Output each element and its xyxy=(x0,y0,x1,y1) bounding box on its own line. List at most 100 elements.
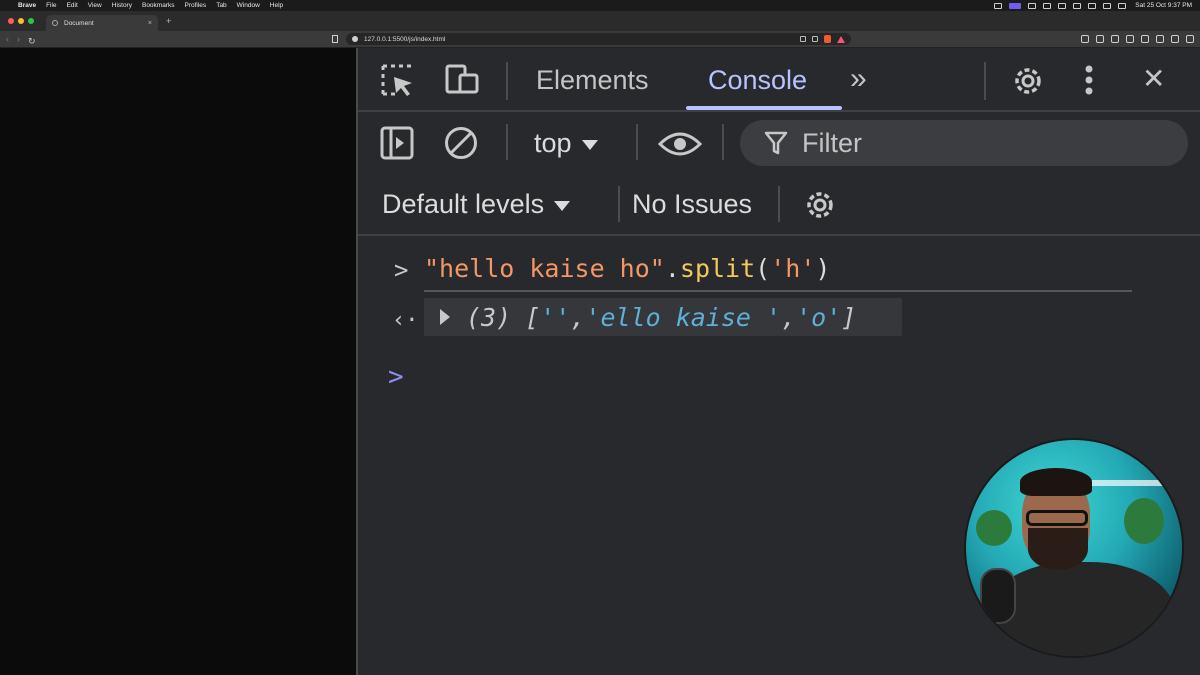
back-icon[interactable]: ‹ xyxy=(6,34,9,44)
tab-title: Document xyxy=(64,19,94,27)
context-selector[interactable]: top xyxy=(534,128,598,159)
minimize-window-button[interactable] xyxy=(18,18,24,24)
reload-icon[interactable]: ↻ xyxy=(28,36,36,46)
clear-console-icon[interactable] xyxy=(444,126,478,160)
inspect-element-icon[interactable] xyxy=(380,63,416,99)
menu-bookmarks[interactable]: Bookmarks xyxy=(142,2,175,9)
array-item: 'ello kaise ' xyxy=(585,302,782,332)
close-devtools-icon[interactable]: ✕ xyxy=(1142,62,1165,95)
microphone xyxy=(980,568,1016,624)
close-tab-icon[interactable]: × xyxy=(148,20,152,27)
extensions-bar xyxy=(1081,35,1194,43)
devtools-main-toolbar: Elements Console » ✕ xyxy=(358,48,1200,112)
tab-elements[interactable]: Elements xyxy=(536,65,649,96)
battery-icon[interactable] xyxy=(1058,2,1067,9)
menu-window[interactable]: Window xyxy=(237,2,260,9)
array-open-bracket: [ xyxy=(525,302,541,332)
filter-icon xyxy=(764,131,788,155)
console-prompt-cursor[interactable]: > xyxy=(388,362,404,392)
background-plant xyxy=(1124,498,1164,544)
brave-shields-icon[interactable] xyxy=(824,35,831,43)
page-viewport[interactable] xyxy=(0,48,356,675)
array-item: '' xyxy=(540,302,571,332)
device-toolbar-icon[interactable] xyxy=(444,63,480,97)
extension-icon[interactable] xyxy=(1126,35,1134,43)
console-toolbar: top Filter xyxy=(358,112,1200,174)
toolbar-divider xyxy=(506,62,508,100)
browser-tab[interactable]: Document × xyxy=(46,15,158,31)
app-status-icon[interactable] xyxy=(1043,2,1052,9)
wallet-icon[interactable] xyxy=(1156,35,1164,43)
globe-icon xyxy=(52,20,58,26)
menu-help[interactable]: Help xyxy=(270,2,283,9)
site-info-icon[interactable] xyxy=(352,36,358,42)
input-string: "hello kaise ho" xyxy=(424,254,665,283)
console-input-line[interactable]: "hello kaise ho".split('h') xyxy=(424,254,830,283)
presenter-beard xyxy=(1028,528,1088,570)
profile-icon[interactable] xyxy=(1186,35,1194,43)
control-center-icon[interactable] xyxy=(1118,2,1127,9)
display-icon[interactable] xyxy=(1028,2,1037,9)
active-tab-indicator xyxy=(686,106,842,110)
sidebar-toggle-icon[interactable] xyxy=(380,126,414,160)
share-icon[interactable] xyxy=(812,36,818,42)
tab-console[interactable]: Console xyxy=(708,65,807,96)
menu-app-name[interactable]: Brave xyxy=(18,2,36,9)
toolbar-divider xyxy=(506,124,508,160)
sidebar-icon[interactable] xyxy=(1141,35,1149,43)
input-open-paren: ( xyxy=(755,254,771,283)
address-bar[interactable]: 127.0.0.1:5500/js/index.html xyxy=(346,33,851,45)
filter-input[interactable]: Filter xyxy=(740,120,1188,166)
macos-menu-bar: Brave File Edit View History Bookmarks P… xyxy=(0,0,1200,11)
close-window-button[interactable] xyxy=(8,18,14,24)
bookmark-icon[interactable] xyxy=(332,35,338,43)
menu-clock[interactable]: Sat 25 Oct 9:37 PM xyxy=(1135,2,1192,9)
recording-icon[interactable] xyxy=(1009,2,1022,9)
brave-rewards-icon[interactable] xyxy=(837,35,845,43)
array-separator: , xyxy=(781,302,797,332)
screen-mirror-icon[interactable] xyxy=(994,2,1003,9)
context-label: top xyxy=(534,128,572,158)
extension-icon[interactable] xyxy=(1096,35,1104,43)
issues-counter[interactable]: No Issues xyxy=(632,189,752,220)
array-separator: , xyxy=(570,302,586,332)
presenter-hair xyxy=(1020,468,1092,496)
gear-icon[interactable] xyxy=(1010,63,1046,99)
menu-tab[interactable]: Tab xyxy=(216,2,226,9)
extension-icon[interactable] xyxy=(1081,35,1089,43)
zoom-icon[interactable] xyxy=(800,36,806,42)
window-controls xyxy=(0,18,42,24)
live-expression-icon[interactable] xyxy=(658,130,702,158)
menu-view[interactable]: View xyxy=(88,2,102,9)
new-tab-button[interactable]: + xyxy=(166,16,171,26)
console-line-divider xyxy=(424,290,1132,292)
menu-file[interactable]: File xyxy=(46,2,56,9)
filter-placeholder: Filter xyxy=(802,127,862,158)
menu-edit[interactable]: Edit xyxy=(67,2,78,9)
console-result-line[interactable]: (3) ['', 'ello kaise ', 'o'] xyxy=(424,298,902,336)
toolbar-divider xyxy=(778,186,780,222)
menu-history[interactable]: History xyxy=(112,2,132,9)
input-method: split xyxy=(679,254,756,283)
forward-icon[interactable]: › xyxy=(17,34,20,44)
browser-toolbar: ‹ › ↻ 127.0.0.1:5500/js/index.html xyxy=(0,31,1200,48)
wifi-icon[interactable] xyxy=(1088,2,1097,9)
expand-triangle-icon[interactable] xyxy=(440,309,450,325)
kebab-menu-icon[interactable] xyxy=(1084,64,1094,96)
zoom-window-button[interactable] xyxy=(28,18,34,24)
more-tabs-icon[interactable]: » xyxy=(850,62,867,96)
search-icon[interactable] xyxy=(1103,2,1112,9)
extension-icon[interactable] xyxy=(1111,35,1119,43)
console-settings-row: Default levels No Issues xyxy=(358,174,1200,236)
browser-tab-strip: Document × + xyxy=(0,11,1200,31)
log-levels-dropdown[interactable]: Default levels xyxy=(382,189,571,220)
log-levels-label: Default levels xyxy=(382,189,545,219)
menu-profiles[interactable]: Profiles xyxy=(185,2,207,9)
url-text[interactable]: 127.0.0.1:5500/js/index.html xyxy=(364,36,794,43)
user-icon[interactable] xyxy=(1073,2,1082,9)
vpn-icon[interactable] xyxy=(1171,35,1179,43)
status-icons: Sat 25 Oct 9:37 PM xyxy=(994,2,1192,9)
console-settings-gear-icon[interactable] xyxy=(802,187,838,223)
array-length: (3) xyxy=(466,302,512,332)
presenter-glasses xyxy=(1026,510,1088,526)
